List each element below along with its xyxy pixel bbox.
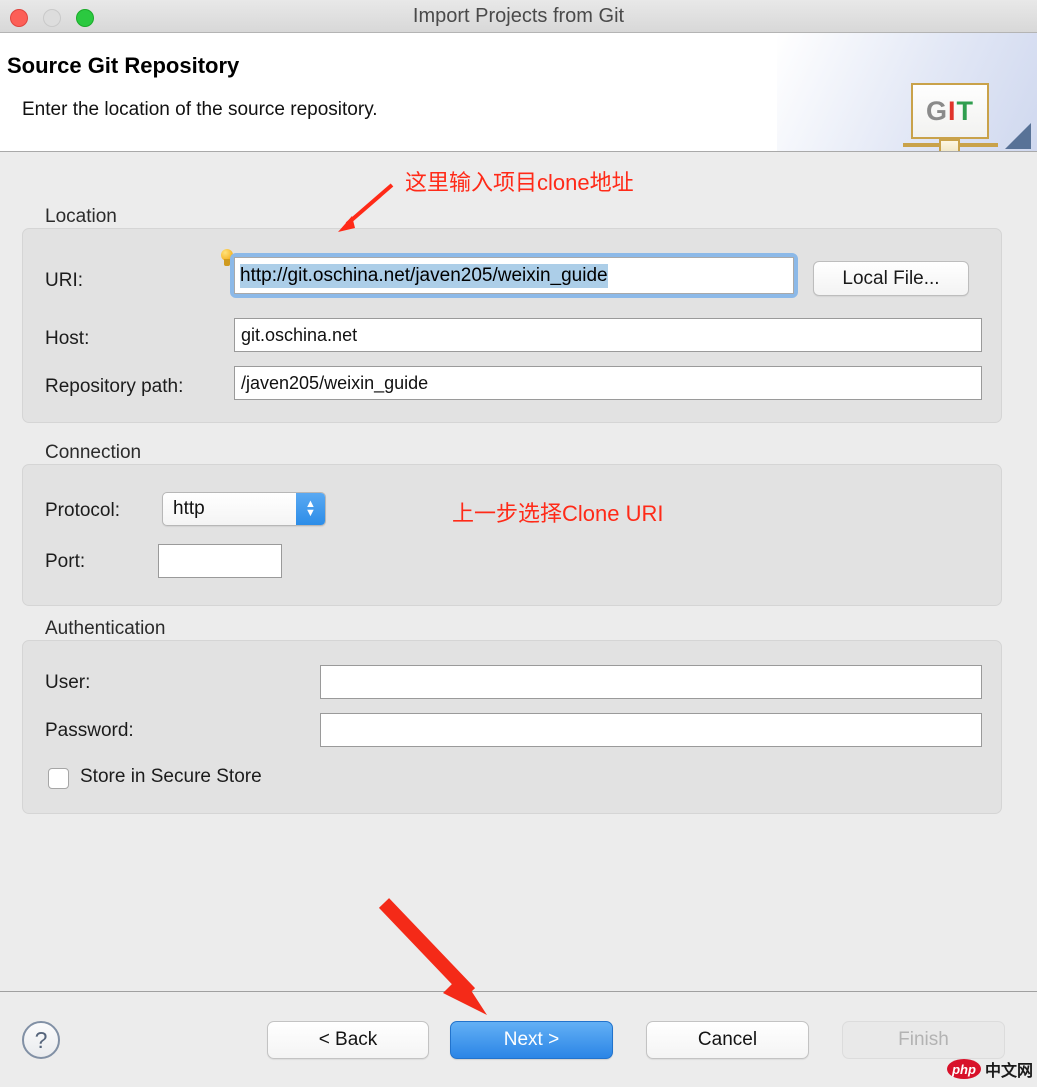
host-label: Host: [45,328,90,349]
window-titlebar: Import Projects from Git [0,0,1037,33]
location-section-label: Location [45,206,117,227]
git-logo-letter-i: I [948,95,957,126]
chevron-updown-icon[interactable]: ▲ ▼ [296,493,325,525]
git-logo: GIT [903,83,998,151]
uri-label: URI: [45,270,83,291]
git-logo-letter-g: G [925,95,948,126]
header-triangle-decoration [1005,123,1031,149]
host-input[interactable]: git.oschina.net [234,318,982,352]
watermark: php 中文网 [947,1057,1033,1081]
uri-input-value: http://git.oschina.net/javen205/weixin_g… [240,263,608,288]
local-file-button[interactable]: Local File... [813,261,969,296]
connection-section-label: Connection [45,442,142,463]
store-in-secure-store-label: Store in Secure Store [80,766,262,787]
page-title: Source Git Repository [7,53,240,78]
page-subtitle: Enter the location of the source reposit… [22,99,378,120]
cancel-button[interactable]: Cancel [646,1021,809,1059]
git-logo-knot [939,139,960,151]
uri-input[interactable]: http://git.oschina.net/javen205/weixin_g… [230,253,798,298]
password-label: Password: [45,720,134,741]
help-icon[interactable]: ? [22,1021,60,1059]
back-button[interactable]: < Back [267,1021,429,1059]
wizard-header: Source Git Repository Enter the location… [0,33,1037,152]
password-input[interactable] [320,713,982,747]
uri-input-inner: http://git.oschina.net/javen205/weixin_g… [234,257,794,294]
port-label: Port: [45,551,86,572]
protocol-label: Protocol: [45,500,120,521]
repository-path-input[interactable]: /javen205/weixin_guide [234,366,982,400]
git-logo-letter-t: T [956,95,975,126]
host-input-value: git.oschina.net [241,324,358,345]
import-projects-from-git-dialog: Import Projects from Git Source Git Repo… [0,0,1037,1087]
git-logo-card: GIT [911,83,989,139]
finish-button: Finish [842,1021,1005,1059]
protocol-select[interactable]: http ▲ ▼ [162,492,326,526]
repository-path-input-value: /javen205/weixin_guide [241,372,429,393]
window-title: Import Projects from Git [412,5,625,27]
next-button[interactable]: Next > [450,1021,613,1059]
annotation-uri-note: 这里输入项目clone地址 [405,170,634,195]
user-input[interactable] [320,665,982,699]
connection-group [22,464,1002,606]
annotation-protocol-note: 上一步选择Clone URI [452,501,664,526]
repository-path-label: Repository path: [45,376,184,397]
protocol-select-value: http [173,498,205,519]
authentication-section-label: Authentication [45,618,166,639]
watermark-text: 中文网 [985,1063,1034,1080]
store-in-secure-store-checkbox[interactable] [48,768,69,789]
user-label: User: [45,672,91,693]
watermark-badge: php [947,1059,981,1079]
port-input[interactable] [158,544,282,578]
